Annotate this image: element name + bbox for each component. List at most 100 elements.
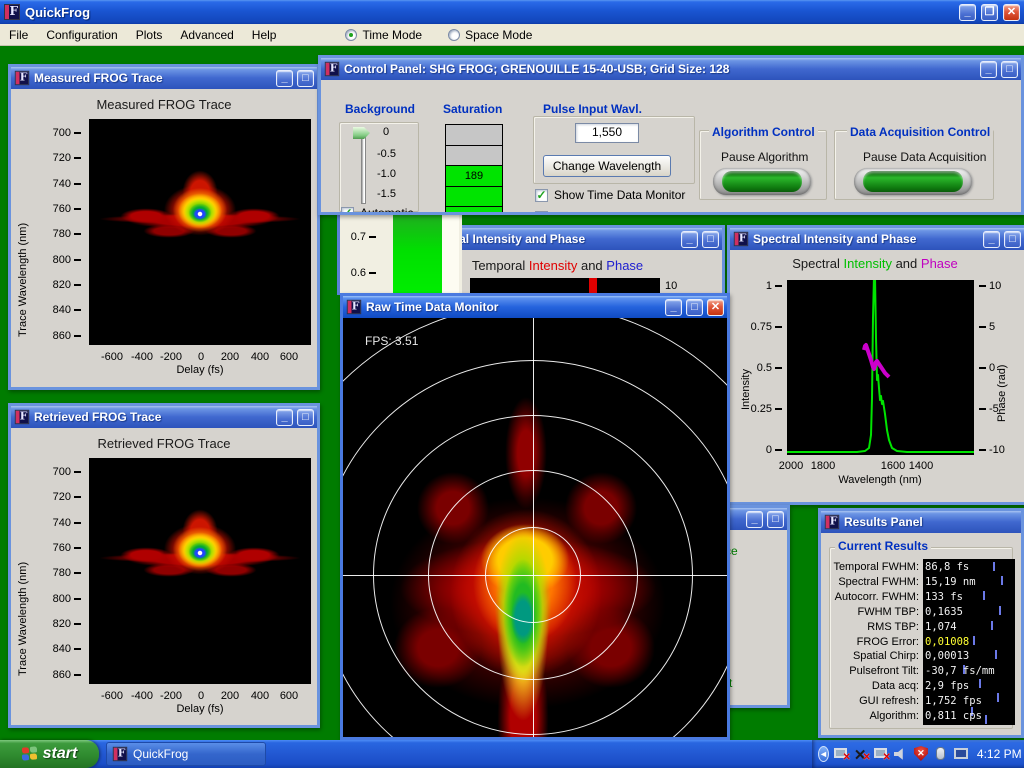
mouse-icon[interactable] (933, 746, 949, 762)
result-row: Algorithm:0,811 cps (821, 710, 1021, 724)
retrieved-ytick: 860 (51, 669, 81, 681)
spectral-xtick: 1600 (878, 460, 908, 472)
minimize-button[interactable]: _ (681, 231, 698, 248)
meter-tick: 0.6 (350, 267, 376, 279)
minimize-button[interactable]: _ (959, 4, 976, 21)
results-titlebar[interactable]: Results Panel (821, 511, 1021, 533)
raw-time-data-monitor-window: Raw Time Data Monitor _ □ ✕ FPS: 3.51 (340, 293, 730, 740)
hidden-icons-chevron[interactable]: ◄ (818, 746, 829, 762)
retrieved-ytick: 840 (51, 643, 81, 655)
result-row: Autocorr. FWHM:133 fs (821, 591, 1021, 605)
wavelength-input[interactable]: 1,550 (575, 123, 639, 143)
spectral-xtick: 1400 (906, 460, 936, 472)
retrieved-xlabel: Delay (fs) (150, 703, 250, 715)
spectral-plot-title: Spectral Intensity and Phase (730, 256, 1020, 271)
spectral-titlebar[interactable]: Spectral Intensity and Phase _ □ (730, 228, 1024, 250)
change-wavelength-button[interactable]: Change Wavelength (543, 155, 671, 177)
pause-algorithm-button[interactable] (713, 168, 811, 195)
control-panel-titlebar[interactable]: Control Panel: SHG FROG; GRENOUILLE 15-4… (321, 58, 1021, 80)
measured-frog-trace-window: Measured FROG Trace _ □ Measured FROG Tr… (8, 64, 320, 390)
taskbar-quickfrog-button[interactable]: QuickFrog (106, 742, 266, 766)
current-results-header: Current Results (835, 539, 931, 553)
meter-tick: 0.7 (350, 231, 376, 243)
spectral-plot-area (787, 280, 974, 455)
show-time-monitor-checkbox[interactable]: ✓ Show Time Data Monitor (535, 188, 685, 202)
saturation-value: 189 (446, 166, 502, 187)
measured-ytick: 840 (51, 304, 81, 316)
network-offline-icon[interactable]: ✕ (833, 746, 849, 762)
time-mode-radio[interactable]: Time Mode (345, 28, 422, 42)
restore-button[interactable]: ❐ (981, 4, 998, 21)
minimize-button[interactable]: _ (276, 70, 293, 87)
retrieved-titlebar[interactable]: Retrieved FROG Trace _ □ (11, 406, 317, 428)
checkbox-unchecked-icon (535, 211, 548, 213)
close-button[interactable]: ✕ (707, 299, 724, 316)
minimize-button[interactable]: _ (983, 231, 1000, 248)
meter-green-bar (393, 215, 442, 295)
automatic-checkbox[interactable]: ✓ Automatic (341, 206, 413, 212)
pulse-wavelength-label: Pulse Input Wavl. (543, 102, 642, 116)
results-panel-window: Results Panel Current Results Temporal F… (818, 508, 1024, 738)
saturation-label: Saturation (443, 102, 502, 116)
close-button[interactable]: ✕ (1003, 4, 1020, 21)
minimize-button[interactable]: _ (746, 511, 763, 528)
spectral-xtick: 1800 (808, 460, 838, 472)
result-row: Spatial Chirp:0,00013 (821, 650, 1021, 664)
app-title: QuickFrog (25, 5, 954, 20)
background-slider-track[interactable] (361, 132, 366, 204)
show-space-monitor-checkbox[interactable]: Show Space Data Monitor (535, 210, 693, 212)
maximize-button[interactable]: □ (1001, 61, 1018, 78)
window-icon (825, 515, 839, 529)
window-icon (325, 62, 339, 76)
volume-icon[interactable] (893, 746, 909, 762)
measured-titlebar[interactable]: Measured FROG Trace _ □ (11, 67, 317, 89)
menu-plots[interactable]: Plots (127, 25, 172, 45)
minimize-button[interactable]: _ (276, 409, 293, 426)
window-icon (734, 232, 748, 246)
app-icon (4, 4, 20, 20)
meter-fragment-window: 0.7 0.6 (337, 215, 462, 295)
measured-ytick: 760 (51, 203, 81, 215)
window-icon (347, 300, 361, 314)
background-label: Background (345, 102, 415, 116)
radio-unselected-icon (448, 29, 460, 41)
maximize-button[interactable]: □ (767, 511, 784, 528)
radio-selected-icon (345, 29, 357, 41)
retrieved-frog-trace-window: Retrieved FROG Trace _ □ Retrieved FROG … (8, 403, 320, 728)
background-tick: -1.5 (377, 188, 396, 200)
maximize-button[interactable]: □ (1004, 231, 1021, 248)
menu-configuration[interactable]: Configuration (37, 25, 126, 45)
frog-trace-blob (89, 119, 311, 345)
pause-daq-label: Pause Data Acquisition (863, 150, 986, 164)
measured-plot-title: Measured FROG Trace (11, 97, 317, 112)
raw-monitor-titlebar[interactable]: Raw Time Data Monitor _ □ ✕ (343, 296, 727, 318)
menu-advanced[interactable]: Advanced (171, 25, 242, 45)
spectral-xlabel: Wavelength (nm) (820, 474, 940, 486)
windows-logo-icon (22, 746, 37, 762)
spectral-phase-tick: 5 (979, 321, 995, 333)
start-button[interactable]: start (0, 740, 99, 768)
display-icon[interactable] (953, 746, 969, 762)
maximize-button[interactable]: □ (297, 70, 314, 87)
connection-error-icon[interactable]: ✕✕ (853, 746, 869, 762)
measured-xtick: 600 (269, 351, 309, 363)
maximize-button[interactable]: □ (297, 409, 314, 426)
security-alert-icon[interactable]: ✕ (913, 746, 929, 762)
measured-ytick: 860 (51, 330, 81, 342)
minimize-button[interactable]: _ (980, 61, 997, 78)
maximize-button[interactable]: □ (686, 299, 703, 316)
menubar: File Configuration Plots Advanced Help T… (0, 24, 1024, 46)
measured-plot-area (89, 119, 311, 345)
background-tick: -0.5 (377, 148, 396, 160)
measured-ytick: 800 (51, 254, 81, 266)
wireless-offline-icon[interactable]: ✕ (873, 746, 889, 762)
menu-file[interactable]: File (0, 25, 37, 45)
space-mode-radio[interactable]: Space Mode (448, 28, 532, 42)
minimize-button[interactable]: _ (665, 299, 682, 316)
pause-daq-button[interactable] (854, 168, 972, 195)
maximize-button[interactable]: □ (702, 231, 719, 248)
menu-help[interactable]: Help (243, 25, 286, 45)
spectral-phase-tick: 0 (979, 362, 995, 374)
main-titlebar[interactable]: QuickFrog _ ❐ ✕ (0, 0, 1024, 24)
bullseye-ring (343, 318, 727, 737)
